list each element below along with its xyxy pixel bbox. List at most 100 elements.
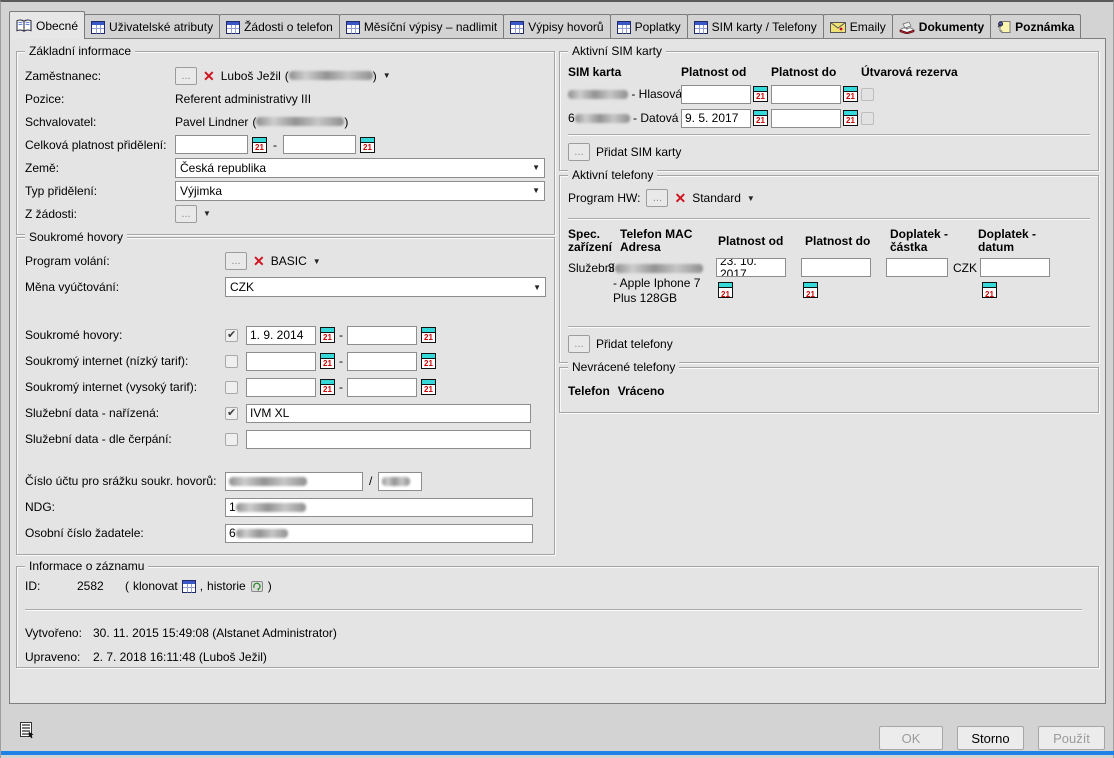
internet-high-to-input[interactable]: [347, 378, 417, 397]
date-range-dash: -: [273, 138, 277, 152]
add-sim-button[interactable]: ...: [568, 143, 590, 161]
tab-poplatky[interactable]: Poplatky: [610, 14, 688, 39]
calendar-icon[interactable]: [421, 353, 436, 369]
calendar-icon[interactable]: [421, 327, 436, 343]
phone-from-input[interactable]: 23. 10. 2017: [716, 258, 786, 277]
call-program-dropdown-arrow-icon[interactable]: ▼: [313, 257, 321, 266]
created-row: Vytvořeno: 30. 11. 2015 15:49:08 (Alstan…: [25, 621, 1090, 645]
record-id-label: ID:: [25, 579, 77, 593]
history-link[interactable]: historie: [207, 579, 246, 593]
phone-device-line3: Plus 128GB: [613, 292, 677, 305]
ok-button[interactable]: OK: [879, 726, 943, 750]
hw-program-browse-button[interactable]: ...: [646, 189, 668, 207]
sim-row: 6 - Datová 9. 5. 2017: [568, 106, 1090, 130]
tab-poznamka[interactable]: Poznámka: [990, 14, 1081, 39]
call-program-clear-icon[interactable]: ✕: [253, 254, 265, 268]
approver-number-redacted: [256, 117, 344, 126]
sim1-to-input[interactable]: [771, 85, 841, 104]
calendar-icon[interactable]: [753, 86, 768, 102]
data-usage-checkbox[interactable]: [225, 433, 238, 446]
employee-browse-button[interactable]: ...: [175, 67, 197, 85]
tab-obecne[interactable]: Obecné: [9, 11, 85, 39]
data-usage-label: Služební data - dle čerpání:: [25, 432, 225, 446]
private-calls-checkbox[interactable]: [225, 329, 238, 342]
data-mandatory-input[interactable]: IVM XL: [246, 404, 531, 423]
clone-table-icon[interactable]: [182, 580, 196, 593]
calendar-icon[interactable]: [803, 282, 818, 298]
sim2-reserve-checkbox[interactable]: [861, 112, 874, 125]
calendar-icon[interactable]: [421, 379, 436, 395]
phone-to-input[interactable]: [801, 258, 871, 277]
tab-dokumenty[interactable]: Dokumenty: [892, 14, 991, 39]
sim2-from-input[interactable]: 9. 5. 2017: [681, 109, 751, 128]
data-mandatory-checkbox[interactable]: [225, 407, 238, 420]
validity-from-input[interactable]: [175, 135, 248, 154]
employee-clear-icon[interactable]: ✕: [203, 69, 215, 83]
tab-uzivatelske-atributy[interactable]: Uživatelské atributy: [84, 14, 220, 39]
calendar-icon[interactable]: [320, 353, 335, 369]
phones-header-to: Platnost do: [805, 235, 870, 248]
currency-label: Měna vyúčtování:: [25, 280, 225, 294]
phone-surcharge-input[interactable]: [886, 258, 948, 277]
clone-link[interactable]: klonovat: [133, 579, 178, 593]
sim1-reserve-checkbox[interactable]: [861, 88, 874, 101]
applicant-id-input[interactable]: 6: [225, 524, 533, 543]
cancel-button[interactable]: Storno: [957, 726, 1024, 750]
tab-sim-karty-telefony[interactable]: SIM karty / Telefony: [687, 14, 824, 39]
calendar-icon[interactable]: [982, 282, 997, 298]
sim1-from-input[interactable]: [681, 85, 751, 104]
private-calls-to-input[interactable]: [347, 326, 417, 345]
validity-to-input[interactable]: [283, 135, 356, 154]
apply-button[interactable]: Použít: [1038, 726, 1105, 750]
ndg-input[interactable]: 1: [225, 498, 533, 517]
tab-vypisy-hovoru[interactable]: Výpisy hovorů: [503, 14, 610, 39]
report-icon[interactable]: [19, 722, 35, 740]
private-calls-legend: Soukromé hovory: [25, 231, 127, 243]
calendar-icon[interactable]: [320, 379, 335, 395]
call-program-browse-button[interactable]: ...: [225, 252, 247, 270]
country-select[interactable]: Česká republika ▼: [175, 158, 545, 178]
tab-bar: Obecné Uživatelské atributy Žádosti o te…: [9, 11, 1107, 39]
internet-low-checkbox[interactable]: [225, 355, 238, 368]
phones-table: Spec. zařízení Telefon MAC Adresa Platno…: [568, 226, 1090, 322]
internet-low-to-input[interactable]: [347, 352, 417, 371]
tab-emaily[interactable]: Emaily: [823, 14, 893, 39]
hw-program-dropdown-arrow-icon[interactable]: ▼: [747, 194, 755, 203]
internet-low-from-input[interactable]: [246, 352, 316, 371]
sim-header-row: SIM karta Platnost od Platnost do Útvaro…: [568, 62, 1090, 82]
calendar-icon[interactable]: [320, 327, 335, 343]
phone-surcharge-date-input[interactable]: [980, 258, 1050, 277]
record-id-row: ID: 2582 ( klonovat , historie ): [25, 575, 1090, 597]
separator: [568, 134, 1090, 136]
created-label: Vytvořeno:: [25, 626, 93, 640]
assignment-type-select[interactable]: Výjimka ▼: [175, 181, 545, 201]
add-phones-button[interactable]: ...: [568, 335, 590, 353]
calendar-icon[interactable]: [753, 110, 768, 126]
call-program-row: Program volání: ... ✕ BASIC ▼: [25, 248, 546, 274]
tab-zadosti-o-telefon[interactable]: Žádosti o telefon: [219, 14, 340, 39]
internet-high-checkbox[interactable]: [225, 381, 238, 394]
calendar-icon[interactable]: [360, 137, 375, 153]
calendar-icon[interactable]: [252, 137, 267, 153]
phones-header-spec: Spec. zařízení: [568, 228, 616, 254]
calendar-icon[interactable]: [843, 110, 858, 126]
from-request-browse-button[interactable]: ...: [175, 205, 197, 223]
account-number-input[interactable]: [225, 472, 363, 491]
currency-select[interactable]: CZK ▼: [225, 277, 546, 297]
tab-content-panel: Základní informace Zaměstnanec: ... ✕ Lu…: [9, 38, 1106, 704]
record-info-fieldset: Informace o záznamu ID: 2582 ( klonovat …: [16, 566, 1099, 668]
tab-mesicni-vypisy-nadlimit[interactable]: Měsíční výpisy – nadlimit: [339, 14, 504, 39]
approver-row: Schvalovatel: Pavel Lindner ( ): [25, 110, 546, 133]
calendar-icon[interactable]: [843, 86, 858, 102]
calendar-icon[interactable]: [718, 282, 733, 298]
hw-program-clear-icon[interactable]: ✕: [674, 191, 686, 205]
phone-device-line2: - Apple Iphone 7: [613, 277, 700, 290]
internet-high-from-input[interactable]: [246, 378, 316, 397]
private-calls-from-input[interactable]: 1. 9. 2014: [246, 326, 316, 345]
data-usage-input[interactable]: [246, 430, 531, 449]
from-request-dropdown-arrow-icon[interactable]: ▼: [203, 209, 211, 218]
sim2-to-input[interactable]: [771, 109, 841, 128]
bank-code-input[interactable]: [378, 472, 422, 491]
employee-dropdown-arrow-icon[interactable]: ▼: [383, 71, 391, 80]
history-icon[interactable]: [250, 579, 264, 593]
